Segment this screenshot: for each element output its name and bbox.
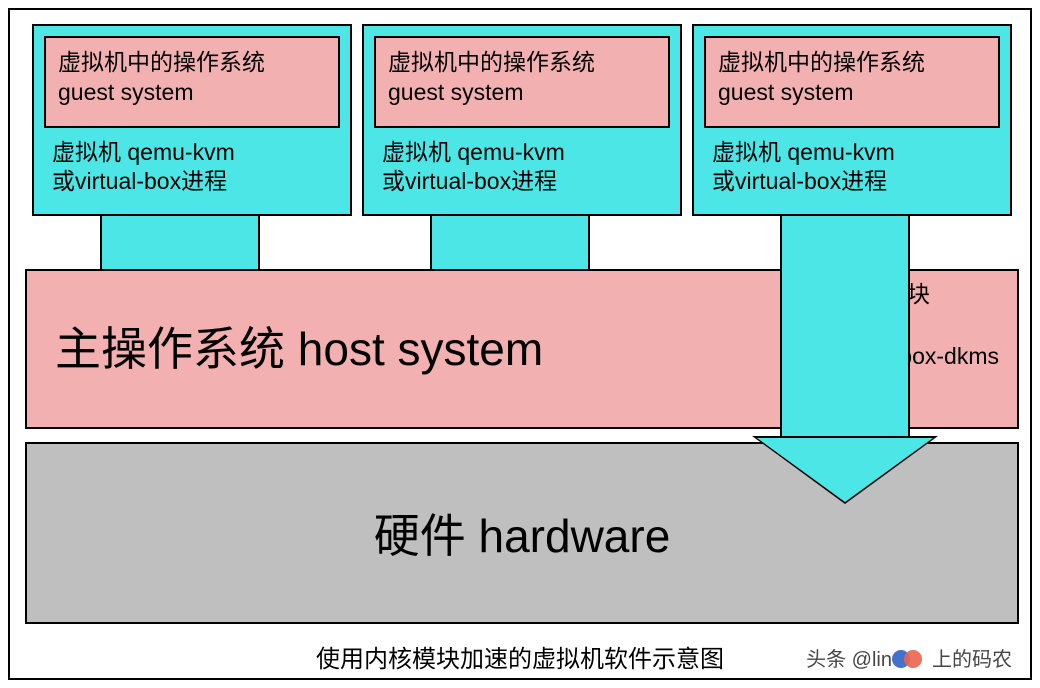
guest-os-title-3: 虚拟机中的操作系统: [718, 48, 986, 78]
watermark-text: 头条 @lin 上的码农: [806, 643, 1012, 672]
vm-label-3-line1: 虚拟机 qemu-kvm: [712, 138, 1000, 167]
guest-os-box-2: 虚拟机中的操作系统 guest system: [374, 36, 670, 128]
vm-label-2: 虚拟机 qemu-kvm 或virtual-box进程: [374, 138, 670, 196]
diagram-frame: 主操作系统 host system 内核模块 kvm.ko virtualbox…: [8, 8, 1032, 680]
hardware-title: 硬件 hardware: [27, 500, 1017, 566]
connector-vm2-to-host: [430, 216, 590, 271]
vm-label-1: 虚拟机 qemu-kvm 或virtual-box进程: [44, 138, 340, 196]
guest-os-title-2: 虚拟机中的操作系统: [388, 48, 656, 78]
guest-os-title-1: 虚拟机中的操作系统: [58, 48, 326, 78]
guest-os-box-3: 虚拟机中的操作系统 guest system: [704, 36, 1000, 128]
vm-box-1: 虚拟机中的操作系统 guest system 虚拟机 qemu-kvm 或vir…: [32, 24, 352, 216]
host-system-title: 主操作系统 host system: [55, 313, 543, 379]
vm-label-2-line2: 或virtual-box进程: [382, 167, 670, 196]
guest-os-subtitle-1: guest system: [58, 78, 326, 108]
vm-label-1-line2: 或virtual-box进程: [52, 167, 340, 196]
arrow-vm3-to-hardware-shaft: [780, 216, 910, 440]
guest-os-box-1: 虚拟机中的操作系统 guest system: [44, 36, 340, 128]
arrow-vm3-to-hardware-head: [757, 438, 933, 502]
watermark-prefix: 头条 @lin: [806, 649, 892, 671]
connector-vm1-to-host: [100, 216, 260, 271]
guest-os-subtitle-3: guest system: [718, 78, 986, 108]
vm-box-3: 虚拟机中的操作系统 guest system 虚拟机 qemu-kvm 或vir…: [692, 24, 1012, 216]
vm-label-2-line1: 虚拟机 qemu-kvm: [382, 138, 670, 167]
vm-label-3-line2: 或virtual-box进程: [712, 167, 1000, 196]
watermark-logo-icon: [892, 646, 932, 670]
vm-label-1-line1: 虚拟机 qemu-kvm: [52, 138, 340, 167]
guest-os-subtitle-2: guest system: [388, 78, 656, 108]
watermark-suffix: 上的码农: [932, 649, 1012, 671]
vm-box-2: 虚拟机中的操作系统 guest system 虚拟机 qemu-kvm 或vir…: [362, 24, 682, 216]
vm-label-3: 虚拟机 qemu-kvm 或virtual-box进程: [704, 138, 1000, 196]
